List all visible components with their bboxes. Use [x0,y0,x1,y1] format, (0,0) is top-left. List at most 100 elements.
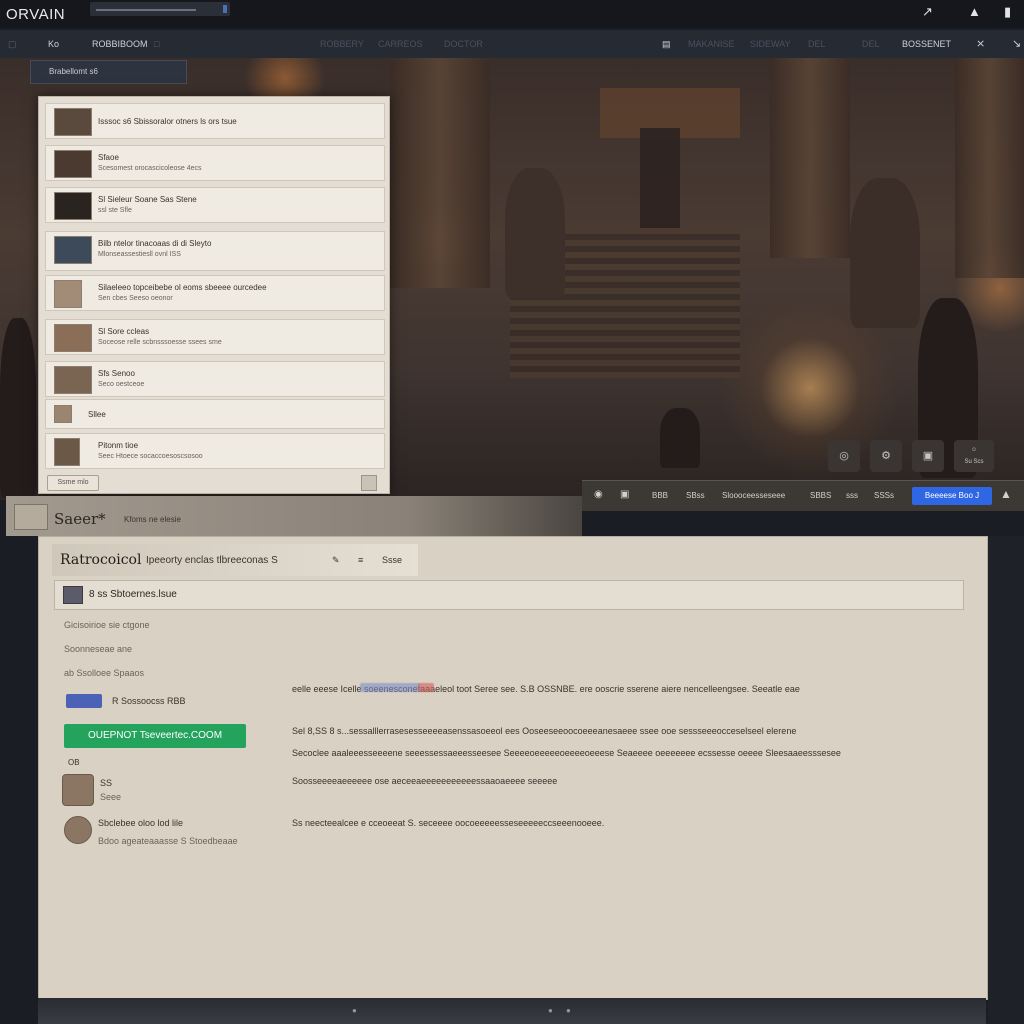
toolbar-item[interactable]: Sloooceesseseee [722,491,785,500]
scroll-indicator[interactable]: ● [352,1006,357,1015]
list-item[interactable]: Silaeleeo topceibebe ol eoms sbeeee ourc… [45,275,385,311]
nav-item-dim-2[interactable]: CARREOS [378,39,423,49]
list-item[interactable]: Sfaoe Scesomest orocascicoleose 4ecs [45,145,385,181]
avatar[interactable] [64,816,92,844]
tab-subtitle[interactable]: Ipeeorty enclas tlbreeconas S [146,555,278,566]
section-label: 8 ss Sbtoernes.lsue [89,589,177,600]
item-thumbnail [54,192,92,220]
tab-title[interactable]: Ratrocoicol [60,552,141,568]
list-item-title: Sllee [88,410,106,419]
list-item[interactable]: Sllee [45,399,385,429]
right-rail [988,536,1024,1024]
list-item-subtitle: Mlonseassestiesll ovnl ISS [98,251,181,258]
toolbar-item[interactable]: SBBS [810,491,831,500]
pen-icon[interactable]: ✎ [332,555,340,566]
grid-icon[interactable]: ▤ [662,39,671,50]
list-item-title: Sfs Senoo [98,369,135,378]
section-icon [63,586,83,604]
small-label: OB [68,758,80,767]
nav-item-del[interactable]: DEL [862,39,880,49]
avatar[interactable] [62,774,94,806]
doc-icon[interactable]: ▣ [620,489,629,500]
primary-action-button[interactable]: Beeeese Boo J [912,487,992,505]
globe-icon[interactable]: ◎ [828,440,860,472]
detail-header: Saeer* Kfoms ne elesie [6,496,582,536]
nav-item-dim-3[interactable]: DOCTOR [444,39,483,49]
status-pill [66,694,102,708]
panel-footer-button[interactable]: Ssme mlo [47,475,99,491]
list-item-subtitle: ssl ste Sfle [98,207,132,214]
list-item-subtitle: Soceose relle scbnsssoesse ssees sme [98,339,222,346]
profile-icon[interactable]: ☺ Su Scs [954,440,994,472]
share-icon[interactable]: ↘ [1012,37,1021,50]
search-input[interactable] [90,2,230,16]
toolbar-item[interactable]: SBss [686,491,705,500]
badge-icon[interactable]: ▣ [912,440,944,472]
fire-icon[interactable]: ▲ [1000,487,1012,501]
toolbar-item[interactable]: SSSs [874,491,894,500]
nav-bar: ▢ Ko ROBBIBOOM □ ROBBERY CARREOS DOCTOR … [0,30,1024,58]
nav-item-dim-1[interactable]: ROBBERY [320,39,364,49]
runner-icon[interactable]: ↗ [922,4,933,20]
list-item-title: Silaeleeo topceibebe ol eoms sbeeee ourc… [98,283,267,292]
nav-item-dim-4[interactable]: MAKANISE [688,39,735,49]
highlight-mark [360,683,420,692]
copy-icon[interactable]: ≡ [358,555,363,565]
secondary-toolbar: ◉ ▣ BBB SBss Sloooceesseseee SBBS sss SS… [582,480,1024,511]
scene-tab[interactable]: Brabellomt s6 [30,60,187,84]
item-thumbnail [54,280,82,308]
item-thumbnail [54,438,80,466]
bottom-strip [38,998,986,1024]
nav-item-ko[interactable]: Ko [48,39,59,49]
settings-icon[interactable]: ⚙ [870,440,902,472]
nav-icon[interactable]: □ [154,39,159,49]
scroll-indicator[interactable]: ● [566,1006,571,1015]
paragraph-line: Secoclee aaaleeesseeeene seeessessaeeess… [292,748,841,758]
item-thumbnail [54,324,92,352]
header-subtitle: Kfoms ne elesie [124,515,181,524]
toolbar-item[interactable]: BBB [652,491,668,500]
nav-item-bossenet[interactable]: BOSSENET [902,39,951,49]
quest-list-panel: Isssoc s6 Sbissoralor otners ls ors tsue… [38,96,390,494]
nav-item-robbiboom[interactable]: ROBBIBOOM [92,39,148,49]
paragraph-line: Soosseeeeaeeeeee ose aeceeaeeeeeeeeeeess… [292,776,558,786]
header-title: Saeer* [54,510,106,528]
list-item[interactable]: Pitonm tioe Seec Htoece socaccoesoscsoso… [45,433,385,469]
info-line: Soonneseae ane [64,644,133,654]
primary-green-button[interactable]: OUEPNOT Tseveertec.COOM [64,724,246,748]
pin-icon[interactable]: ▮ [1004,4,1011,20]
app-title: ORVAIN [6,5,66,23]
item-thumbnail [54,108,92,136]
list-item-title: Pitonm tioe [98,441,139,450]
list-item-subtitle: Sen cbes Seeso oeonor [98,295,173,302]
highlight-mark [418,683,434,692]
scene-tab-label: Brabellomt s6 [49,67,98,76]
settings-icon[interactable] [361,475,377,491]
list-item-title: Sl Sore ccleas [98,327,150,336]
info-line: Gicisoirioe sie ctgone [64,620,150,630]
list-item[interactable]: Sfs Senoo Seco oestceoe [45,361,385,397]
list-item[interactable]: Bilb ntelor tinacoaas di di Sleyto Mlons… [45,231,385,271]
toolbar-item[interactable]: sss [846,491,858,500]
item-thumbnail [54,405,72,423]
person-icon[interactable]: ▲ [968,4,981,19]
paragraph-line: Ss neecteealcee e cceoeeat S. seceeee oo… [292,818,605,828]
list-item-title: Sfaoe [98,153,119,162]
menu-icon[interactable]: ▢ [8,39,17,50]
nav-item-dim-6[interactable]: DEL [808,39,826,49]
item-thumbnail [54,366,92,394]
profile-sub: Bdoo ageateaaasse S Stoedbeaae [98,836,238,846]
nav-item-dim-5[interactable]: SIDEWAY [750,39,791,49]
profile-name: SS [100,778,113,788]
scroll-indicator[interactable]: ● [548,1006,553,1015]
header-thumbnail [14,504,48,530]
list-item-title: Sl Sieleur Soane Sas Stene [98,195,197,204]
list-item[interactable]: Sl Sore ccleas Soceose relle scbnsssoess… [45,319,385,355]
profile-name: Sbclebee oloo lod lile [98,818,184,828]
list-item[interactable]: Sl Sieleur Soane Sas Stene ssl ste Sfle [45,187,385,223]
profile-icon-label: Su Scs [964,459,984,465]
chat-icon[interactable]: ◉ [594,489,603,500]
list-item[interactable]: Isssoc s6 Sbissoralor otners ls ors tsue [45,103,385,139]
inbox-icon[interactable]: ⨯ [976,37,985,50]
tab-extra[interactable]: Ssse [382,555,402,565]
